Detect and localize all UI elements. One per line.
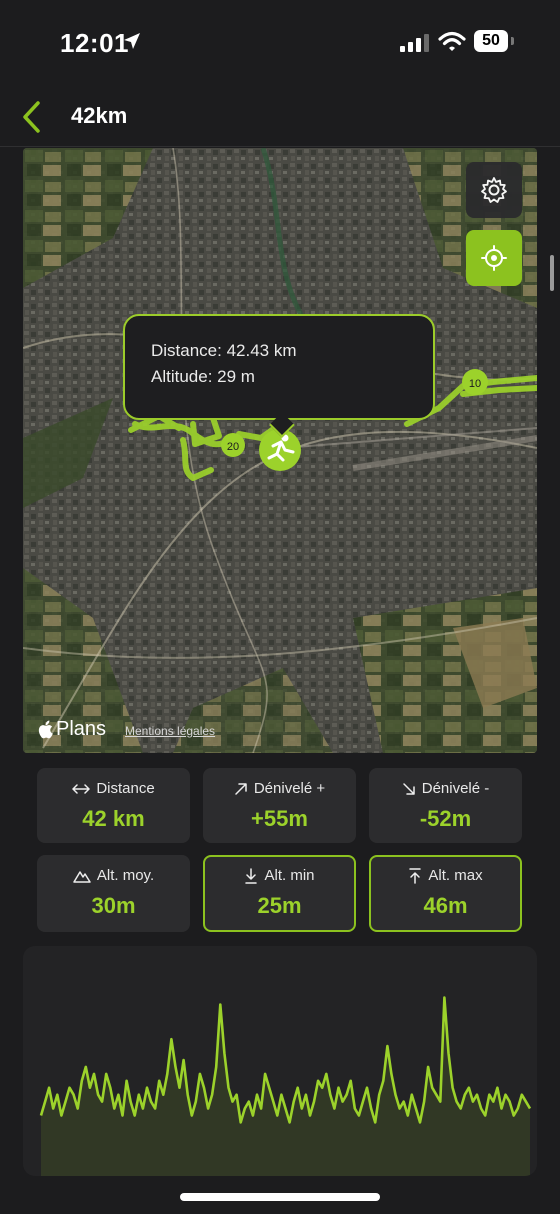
stat-min-altitude-label: Alt. min (264, 867, 315, 884)
map-provider-name: Plans (56, 718, 107, 740)
stat-elevation-gain[interactable]: Dénivelé + +55m (203, 768, 356, 843)
tooltip-altitude: Altitude: 29 m (151, 367, 255, 386)
legal-notices-link[interactable]: Mentions légales (125, 724, 215, 738)
route-marker-10: 10 (469, 378, 481, 390)
elevation-series-line (39, 996, 532, 1124)
battery-indicator: 50 (474, 30, 508, 52)
stat-elevation-gain-value: +55m (251, 806, 308, 831)
apple-logo-icon (38, 720, 53, 739)
stat-elevation-gain-label: Dénivelé + (253, 780, 326, 797)
stat-average-altitude-label-row: Alt. moy. (37, 867, 190, 884)
battery-level: 50 (482, 32, 500, 49)
arrows-horizontal-icon (72, 783, 91, 794)
stat-distance-value: 42 km (82, 806, 145, 831)
stat-average-altitude-value: 30m (91, 893, 136, 918)
battery-tip (511, 37, 514, 45)
stat-max-altitude[interactable]: Alt. max 46m (369, 855, 522, 932)
stat-average-altitude[interactable]: Alt. moy. 30m (37, 855, 190, 932)
stat-max-altitude-label: Alt. max (428, 867, 483, 884)
stat-min-altitude[interactable]: Alt. min 25m (203, 855, 356, 932)
locate-me-button[interactable] (466, 230, 522, 286)
stat-max-altitude-value: 46m (423, 893, 468, 918)
status-bar: 12:01 50 (0, 0, 560, 86)
status-time: 12:01 (60, 28, 129, 58)
route-point-tooltip: Distance: 42.43 km Altitude: 29 m (123, 314, 435, 420)
stat-elevation-loss-value: -52m (419, 806, 472, 831)
route-map[interactable]: 10 20 Distance: 42.43 km Altitude: 29 m … (23, 148, 537, 753)
cellular-signal-icon (400, 34, 429, 52)
crosshair-location-icon (481, 245, 507, 271)
mountain-icon (73, 870, 91, 883)
map-settings-button[interactable] (466, 162, 522, 218)
map-provider-logo: Plans (37, 718, 106, 741)
gear-icon (481, 177, 507, 203)
arrow-down-right-icon (402, 782, 415, 795)
stat-distance-label-row: Distance (37, 780, 190, 797)
page-title: 42km (71, 103, 128, 128)
location-arrow-icon (124, 33, 140, 49)
stat-elevation-loss[interactable]: Dénivelé - -52m (369, 768, 522, 843)
stat-min-altitude-label-row: Alt. min (205, 867, 354, 884)
back-chevron-icon[interactable] (18, 100, 48, 134)
stat-elevation-loss-label: Dénivelé - (421, 780, 490, 797)
stat-distance-label: Distance (96, 780, 155, 797)
arrow-up-right-icon (235, 782, 247, 795)
arrow-up-icon (409, 867, 422, 884)
elevation-area-fill (41, 997, 530, 1176)
stat-average-altitude-label: Alt. moy. (96, 867, 155, 884)
elevation-chart-card[interactable] (23, 946, 537, 1176)
arrow-down-icon (245, 867, 258, 884)
home-indicator[interactable] (180, 1193, 380, 1201)
scroll-indicator (550, 255, 554, 291)
stat-max-altitude-label-row: Alt. max (371, 867, 520, 884)
satellite-map-image: 10 20 (23, 148, 537, 753)
tooltip-distance: Distance: 42.43 km (151, 341, 297, 360)
route-marker-20: 20 (227, 441, 239, 453)
elevation-chart[interactable] (23, 946, 537, 1176)
stat-min-altitude-value: 25m (257, 893, 302, 918)
stat-elevation-loss-label-row: Dénivelé - (369, 780, 522, 797)
navigation-bar: 42km (0, 86, 560, 147)
stat-distance[interactable]: Distance 42 km (37, 768, 190, 843)
stat-elevation-gain-label-row: Dénivelé + (203, 780, 356, 797)
wifi-icon (438, 31, 466, 51)
